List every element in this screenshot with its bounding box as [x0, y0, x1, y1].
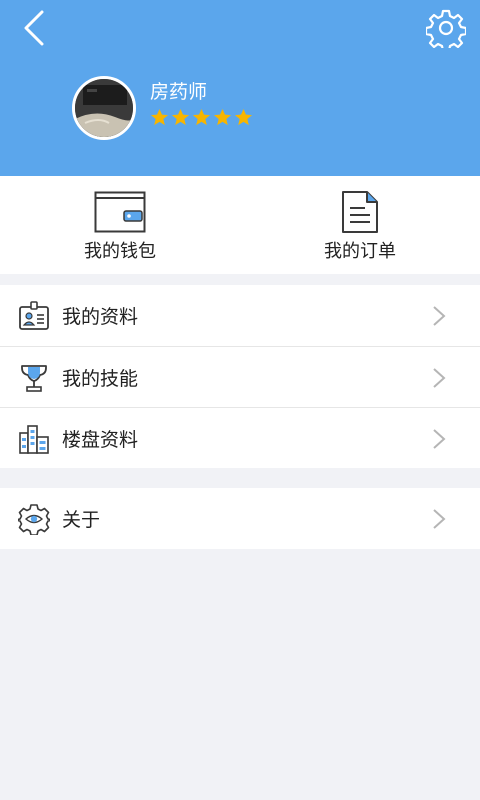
gear-eye-icon	[18, 504, 50, 535]
star-icon	[150, 108, 169, 127]
wallet-label: 我的钱包	[84, 241, 156, 262]
star-icon	[171, 108, 190, 127]
trophy-icon	[21, 365, 47, 392]
avatar[interactable]	[72, 76, 136, 140]
menu-item-label: 我的资料	[62, 306, 139, 328]
star-icon	[234, 108, 253, 127]
menu-item-property-info[interactable]: 楼盘资料	[0, 407, 480, 468]
chevron-right-icon	[433, 429, 446, 449]
star-icon	[213, 108, 232, 127]
orders-button[interactable]: 我的订单	[240, 176, 480, 274]
quick-actions: 我的钱包 我的订单	[0, 176, 480, 274]
chevron-right-icon	[433, 306, 446, 326]
document-icon	[342, 191, 378, 233]
menu-item-label: 楼盘资料	[62, 428, 139, 451]
settings-button[interactable]	[424, 6, 468, 50]
menu-item-my-profile[interactable]: 我的资料	[0, 285, 480, 346]
menu-item-label: 我的技能	[62, 367, 139, 390]
menu-group-2: 关于	[0, 488, 480, 549]
menu-group-1: 我的资料 我的技能 楼盘资料	[0, 285, 480, 468]
back-arrow-icon	[24, 10, 44, 46]
menu-item-my-skills[interactable]: 我的技能	[0, 346, 480, 407]
gear-icon	[426, 9, 466, 48]
rating-stars	[150, 108, 253, 127]
id-badge-icon	[19, 301, 49, 330]
star-icon	[192, 108, 211, 127]
back-button[interactable]	[14, 8, 54, 48]
username: 房药师	[150, 81, 208, 103]
wallet-button[interactable]: 我的钱包	[0, 176, 240, 274]
menu-item-label: 关于	[62, 509, 101, 531]
profile-header: 房药师	[0, 0, 480, 176]
orders-label: 我的订单	[324, 241, 396, 262]
chevron-right-icon	[433, 368, 446, 388]
avatar-photo	[75, 79, 133, 137]
buildings-icon	[19, 425, 49, 454]
menu-item-about[interactable]: 关于	[0, 488, 480, 549]
wallet-icon	[94, 191, 146, 233]
chevron-right-icon	[433, 509, 446, 529]
